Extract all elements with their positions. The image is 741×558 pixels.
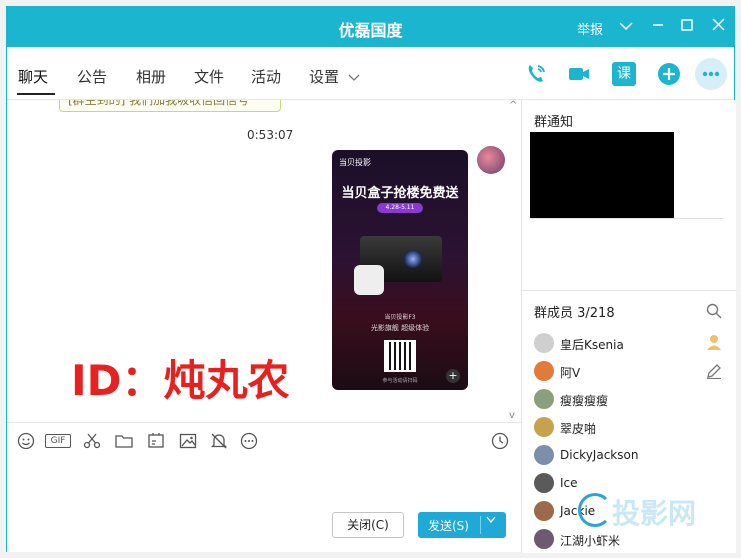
avatar — [534, 445, 554, 465]
close-button[interactable]: 关闭(C) — [332, 512, 404, 538]
send-options-chevron-icon[interactable] — [486, 516, 496, 527]
sticker-icon[interactable] — [147, 432, 165, 450]
tab-bar: 聊天 公告 相册 文件 活动 设置 课 — [7, 47, 734, 100]
watermark-text: 投影网 — [612, 497, 697, 530]
poster-model: 当贝投影F3 — [384, 314, 416, 321]
emoji-icon[interactable] — [17, 432, 35, 450]
watermark-logo-icon — [578, 493, 612, 527]
avatar — [534, 529, 554, 549]
edit-icon[interactable] — [706, 363, 722, 379]
input-toolbar: GIF — [7, 422, 521, 456]
add-icon[interactable] — [657, 62, 681, 86]
member-name: 皇后Ksenia — [560, 338, 624, 352]
tab-chat[interactable]: 聊天 — [18, 66, 48, 87]
maximize-icon[interactable] — [676, 15, 698, 37]
tab-activity[interactable]: 活动 — [251, 66, 281, 87]
member-name: 阿V — [560, 366, 581, 380]
message-input[interactable]: 关闭(C) 发送(S) — [7, 456, 521, 552]
more-button[interactable] — [695, 58, 727, 90]
member-item[interactable]: 阿V — [534, 361, 734, 383]
member-item[interactable]: 江湖小虾米 — [534, 529, 734, 551]
scissors-icon[interactable] — [83, 432, 101, 450]
tab-settings-label: 设置 — [309, 68, 340, 86]
divider — [522, 290, 737, 291]
avatar — [534, 501, 554, 521]
poster-date: 4.28-5.11 — [377, 203, 423, 213]
member-item[interactable]: 翠皮啪 — [534, 417, 734, 439]
folder-icon[interactable] — [115, 432, 133, 450]
avatar[interactable] — [477, 146, 505, 174]
overlay-id-text: ID：炖丸农 — [71, 356, 290, 405]
gif-icon[interactable]: GIF — [45, 434, 71, 448]
poster-slogan: 光影旗舰 超级体验 — [370, 324, 430, 332]
tab-files[interactable]: 文件 — [194, 66, 224, 87]
member-name: 江湖小虾米 — [560, 534, 621, 548]
poster-brand: 当贝投影 — [339, 158, 371, 167]
avatar — [534, 389, 554, 409]
active-tab-indicator — [17, 93, 55, 95]
class-icon[interactable]: 课 — [612, 62, 636, 86]
history-icon[interactable] — [491, 432, 509, 450]
member-name: 瘦瘦瘦瘦 — [560, 394, 609, 408]
video-icon[interactable] — [567, 62, 591, 86]
divider — [530, 218, 723, 219]
member-name: Ice — [560, 476, 578, 490]
image-message[interactable]: 当贝投影 当贝盒子抢楼免费送 4.28-5.11 当贝投影F3 光影旗舰 超级体… — [332, 150, 468, 390]
report-link[interactable]: 举报 — [577, 19, 603, 38]
scroll-down-icon[interactable]: v — [509, 410, 515, 421]
chevron-down-icon[interactable] — [615, 15, 637, 37]
avatar — [534, 473, 554, 493]
more-icon — [702, 71, 720, 77]
group-notice-content[interactable] — [530, 132, 674, 218]
message-bubble: [群主到的] 我们加我吸收信回信号 — [59, 100, 281, 112]
send-divider — [480, 516, 481, 534]
image-icon[interactable] — [179, 432, 197, 450]
message-area[interactable]: [群主到的] 我们加我吸收信回信号 ^ 0:53:07 当贝投影 当贝盒子抢楼免… — [7, 100, 521, 422]
member-item[interactable]: 皇后Ksenia — [534, 333, 734, 355]
more-circle-icon[interactable] — [240, 432, 258, 450]
member-item[interactable]: 瘦瘦瘦瘦 — [534, 389, 734, 411]
scroll-up-icon[interactable]: ^ — [509, 100, 517, 111]
zoom-plus-icon[interactable]: + — [446, 369, 460, 383]
group-notice-title: 群通知 — [534, 115, 574, 130]
close-icon[interactable] — [707, 15, 729, 37]
send-button[interactable]: 发送(S) — [418, 512, 506, 538]
minimize-icon[interactable] — [647, 15, 669, 37]
qr-code — [384, 340, 416, 372]
member-name: DickyJackson — [560, 448, 639, 462]
tab-album[interactable]: 相册 — [136, 66, 166, 87]
message-timestamp: 0:53:07 — [247, 128, 294, 142]
projector-lens — [404, 250, 422, 268]
send-button-label: 发送(S) — [428, 519, 469, 533]
owner-icon — [707, 335, 721, 350]
phone-icon[interactable] — [524, 62, 548, 86]
avatar — [534, 333, 554, 353]
bell-off-icon[interactable] — [210, 432, 228, 450]
search-icon[interactable] — [706, 303, 722, 319]
title-bar: 优磊国度 举报 — [7, 7, 734, 47]
tab-settings[interactable]: 设置 — [309, 66, 360, 87]
member-name: 翠皮啪 — [560, 422, 597, 436]
avatar — [534, 361, 554, 381]
chevron-down-icon — [348, 74, 360, 81]
member-item[interactable]: DickyJackson — [534, 445, 734, 467]
chat-window: 优磊国度 举报 聊天 公告 相册 文件 活动 设置 课 [群主到的] 我们加我吸… — [6, 6, 737, 553]
poster-headline: 当贝盒子抢楼免费送 — [341, 186, 459, 201]
tab-announcement[interactable]: 公告 — [77, 66, 107, 87]
members-title: 群成员 3/218 — [534, 306, 615, 321]
remote-image — [354, 265, 384, 295]
group-info-panel: 群通知 群成员 3/218 皇后Ksenia 阿V 瘦瘦瘦瘦 翠皮啪 Dicky… — [521, 100, 737, 553]
avatar — [534, 417, 554, 437]
